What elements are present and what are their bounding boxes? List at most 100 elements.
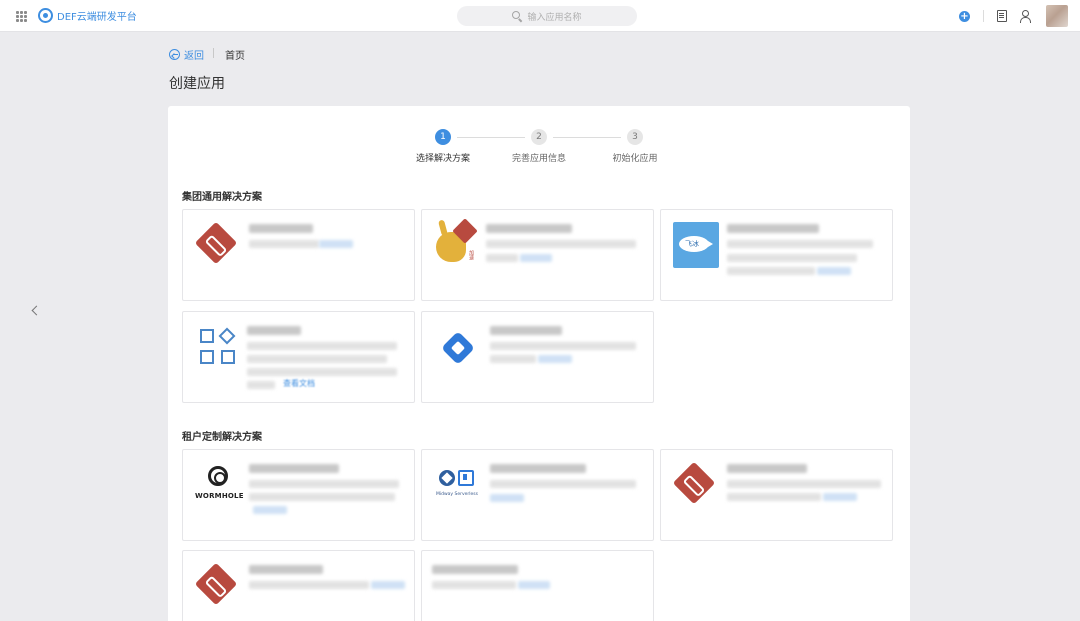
logo-caption: 飞冰: [685, 240, 699, 248]
logo-caption: 加速: [468, 250, 474, 260]
card-desc: [432, 581, 516, 589]
card-link: [817, 267, 851, 275]
step-2-dot: 2: [531, 129, 547, 145]
section-title-tenant: 租户定制解决方案: [182, 432, 262, 443]
user-add-icon[interactable]: [1020, 10, 1033, 23]
solution-logo: 加速: [434, 218, 480, 268]
avatar[interactable]: [1046, 5, 1068, 27]
apps-grid-icon: [200, 327, 238, 367]
card-title: [249, 565, 323, 574]
brand-diamond-icon: [194, 562, 238, 606]
card-link: [319, 240, 353, 248]
card-desc: [486, 254, 518, 262]
wormhole-icon: [208, 466, 228, 486]
solution-logo: [194, 562, 241, 609]
card-title: [727, 224, 819, 233]
card-link: [253, 506, 287, 514]
solution-card[interactable]: [421, 550, 654, 621]
solution-card[interactable]: WORMHOLE: [182, 449, 415, 541]
step-3-label: 初始化应用: [612, 154, 658, 164]
card-title: [432, 565, 518, 574]
solution-card[interactable]: [182, 209, 415, 301]
chevron-left-icon[interactable]: [29, 305, 41, 317]
card-desc: [490, 342, 636, 350]
step-connector: [457, 136, 525, 138]
main-panel: 1 2 3 选择解决方案 完善应用信息 初始化应用 集团通用解决方案 加速 飞冰: [168, 106, 910, 621]
step-1-label: 选择解决方案: [415, 154, 471, 164]
card-desc: [727, 240, 873, 248]
app-search-input[interactable]: 输入应用名称: [457, 6, 637, 26]
card-title: [249, 224, 313, 233]
logo-caption: WORMHOLE: [195, 492, 244, 500]
platform-logo[interactable]: DEF云端研发平台: [38, 8, 137, 23]
card-desc: [486, 240, 636, 248]
breadcrumb-divider: [213, 48, 214, 58]
solution-card[interactable]: [421, 311, 654, 403]
card-title: [486, 224, 572, 233]
create-plus-icon[interactable]: +: [959, 10, 970, 22]
card-link: [538, 355, 572, 363]
step-indicator: 1 2 3 选择解决方案 完善应用信息 初始化应用: [168, 129, 910, 169]
card-link: [371, 581, 405, 589]
card-title: [249, 464, 339, 473]
card-desc: [727, 267, 815, 275]
solution-logo: [672, 461, 719, 508]
search-placeholder: 输入应用名称: [527, 12, 582, 23]
card-title: [490, 326, 562, 335]
brand-diamond-icon: [672, 461, 716, 505]
card-desc: [247, 342, 397, 350]
blue-diamond-icon: [441, 331, 475, 365]
docs-icon[interactable]: [997, 10, 1007, 22]
solution-card[interactable]: Midway Serverless: [421, 449, 654, 541]
card-title: [490, 464, 586, 473]
arrow-left-circle-icon: [169, 49, 180, 60]
step-connector: [553, 136, 621, 138]
search-icon: [512, 11, 522, 21]
solution-logo: [434, 324, 480, 370]
solution-logo: [195, 324, 241, 370]
step-1-dot: 1: [435, 129, 451, 145]
section-title-group: 集团通用解决方案: [182, 192, 262, 203]
page-title: 创建应用: [169, 76, 225, 92]
platform-logo-icon: [38, 8, 53, 23]
solution-card[interactable]: [660, 449, 893, 541]
card-desc: [247, 381, 275, 389]
card-link: [520, 254, 552, 262]
step-3-dot: 3: [627, 129, 643, 145]
solution-logo: WORMHOLE: [195, 462, 244, 508]
card-desc: [247, 355, 387, 363]
card-desc: [727, 480, 881, 488]
solution-card[interactable]: 查看文档: [182, 311, 415, 403]
app-grid-icon[interactable]: [16, 11, 27, 22]
back-button[interactable]: 返回: [169, 47, 204, 62]
midway-icon: [439, 470, 455, 486]
solution-logo: 飞冰: [673, 222, 719, 268]
card-link: [518, 581, 550, 589]
solution-logo: Midway Serverless: [434, 462, 480, 508]
top-bar-actions: +: [959, 5, 1068, 27]
card-desc: [249, 581, 369, 589]
card-desc: [727, 493, 821, 501]
top-bar: DEF云端研发平台 输入应用名称 +: [0, 0, 1080, 32]
solution-logo: [194, 221, 241, 268]
midway-p-icon: [458, 470, 474, 486]
platform-name: DEF云端研发平台: [57, 12, 137, 23]
card-desc: [249, 493, 395, 501]
card-desc: [490, 480, 636, 488]
divider: [983, 10, 984, 22]
card-desc: [249, 240, 319, 248]
step-2-label: 完善应用信息: [511, 154, 567, 164]
brand-diamond-icon: [194, 221, 238, 265]
solution-card[interactable]: 飞冰: [660, 209, 893, 301]
card-desc: [247, 368, 397, 376]
card-doc-link[interactable]: 查看文档: [283, 378, 315, 389]
back-label: 返回: [184, 51, 204, 62]
card-desc: [249, 480, 399, 488]
solution-card[interactable]: 加速: [421, 209, 654, 301]
card-title: [727, 464, 807, 473]
card-link: [823, 493, 857, 501]
card-desc: [727, 254, 857, 262]
card-title: [247, 326, 301, 335]
solution-card[interactable]: [182, 550, 415, 621]
breadcrumb-home[interactable]: 首页: [225, 47, 245, 62]
